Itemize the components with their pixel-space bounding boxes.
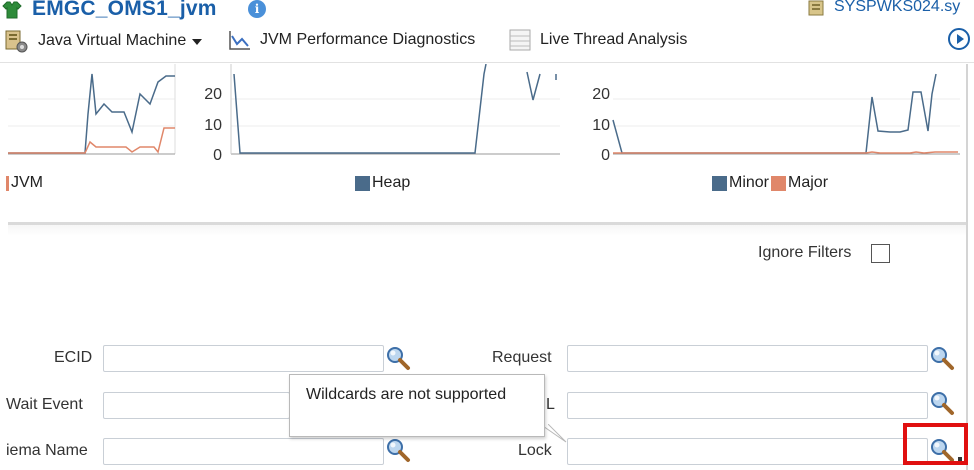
heap-series-line-2	[526, 71, 541, 101]
major-legend-label: Major	[788, 174, 829, 191]
wait-event-input[interactable]	[103, 392, 290, 419]
schema-search-icon[interactable]	[385, 437, 411, 463]
title-bar: EMGC_OMS1_jvm i SYSPWKS024.sy	[0, 0, 974, 22]
jvm-chart	[8, 64, 176, 155]
jvm-secondary-line	[8, 127, 175, 154]
gc-tick-10: 10	[592, 117, 610, 134]
line-chart-icon	[229, 31, 250, 50]
schema-name-input[interactable]	[103, 438, 384, 465]
heap-tick-0: 0	[213, 147, 222, 164]
sql-input[interactable]	[567, 392, 928, 419]
live-thread-analysis-link[interactable]: Live Thread Analysis	[508, 28, 687, 52]
jvm-legend-swatch	[6, 175, 9, 191]
lock-label: Lock	[518, 442, 552, 459]
jvm-series-line	[8, 73, 175, 154]
play-icon[interactable]	[948, 28, 970, 50]
gc-tick-0: 0	[601, 147, 610, 164]
jvm-legend: JVM	[6, 174, 43, 192]
schema-name-label: iema Name	[6, 442, 88, 459]
resize-handle	[958, 457, 962, 461]
toolbar-divider	[0, 62, 974, 63]
jvm-performance-diagnostics-link[interactable]: JVM Performance Diagnostics	[228, 28, 475, 52]
major-series-line	[613, 151, 958, 154]
host-link[interactable]: SYSPWKS024.sy	[834, 0, 960, 16]
tooltip-text: Wildcards are not supported	[306, 386, 507, 403]
sql-search-icon[interactable]	[929, 390, 955, 416]
wildcard-tooltip: Wildcards are not supported	[289, 374, 545, 437]
toolbar: Java Virtual Machine JVM Performance Dia…	[0, 24, 974, 60]
heap-legend-label: Heap	[372, 174, 411, 191]
lock-input[interactable]	[567, 438, 928, 465]
ignore-filters-label: Ignore Filters	[758, 244, 852, 261]
java-vm-menu[interactable]: Java Virtual Machine	[4, 28, 203, 54]
request-input[interactable]	[567, 345, 928, 372]
request-search-icon[interactable]	[929, 345, 955, 371]
jvm-legend-label: JVM	[11, 174, 43, 191]
page-title: EMGC_OMS1_jvm	[32, 0, 217, 20]
wait-event-label: Wait Event	[6, 396, 83, 413]
chevron-down-icon	[192, 39, 203, 45]
panel-edge	[966, 64, 968, 470]
ignore-filters-checkbox[interactable]	[871, 244, 890, 263]
heap-series-line	[233, 64, 487, 154]
shirt-icon	[2, 1, 22, 19]
gc-legend: Minor Major	[712, 174, 828, 192]
minor-legend-swatch	[712, 175, 727, 191]
gc-chart: 20 10 0	[592, 73, 960, 164]
heap-legend-swatch	[355, 175, 370, 191]
host-icon	[808, 0, 824, 16]
request-label: Request	[492, 349, 552, 366]
sql-label: L	[546, 396, 555, 413]
thread-table-icon	[509, 29, 531, 51]
jvm-target-icon	[5, 30, 28, 53]
section-splitter[interactable]	[8, 222, 966, 236]
major-legend-swatch	[771, 175, 787, 191]
heap-tick-10: 10	[204, 117, 222, 134]
jvm-performance-diagnostics-label: JVM Performance Diagnostics	[260, 31, 476, 48]
minor-legend-label: Minor	[729, 174, 770, 191]
heap-chart: 20 10 0	[204, 64, 560, 164]
ecid-input[interactable]	[103, 345, 384, 372]
java-vm-menu-label: Java Virtual Machine	[38, 32, 187, 49]
live-thread-analysis-label: Live Thread Analysis	[540, 31, 688, 48]
ecid-search-icon[interactable]	[385, 345, 411, 371]
heap-legend: Heap	[355, 174, 410, 192]
minor-series-line	[612, 73, 937, 154]
gc-tick-20: 20	[592, 86, 610, 103]
info-icon[interactable]: i	[248, 0, 266, 18]
heap-tick-20: 20	[204, 86, 222, 103]
ecid-label: ECID	[54, 349, 93, 366]
